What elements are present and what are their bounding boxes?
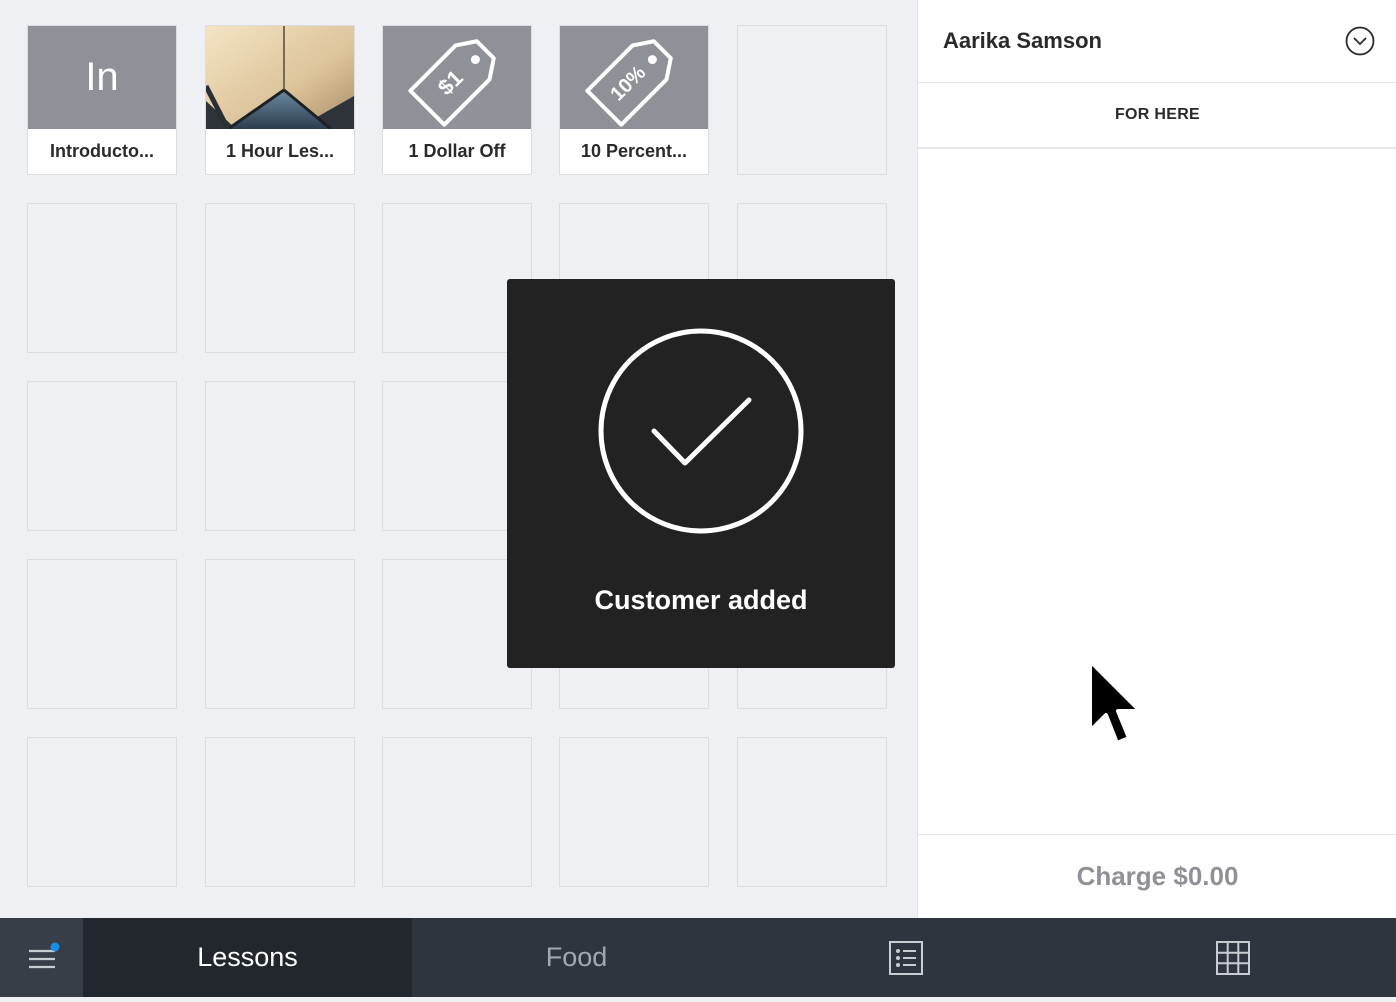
tab-food[interactable]: Food (412, 918, 741, 997)
customer-row[interactable]: Aarika Samson (918, 0, 1396, 83)
empty-tile[interactable] (27, 559, 177, 709)
lamp-photo-image (206, 26, 354, 129)
chevron-down-circle-icon[interactable] (1345, 26, 1375, 56)
item-tile-1-hour-lesson[interactable]: 1 Hour Les... (205, 25, 355, 175)
list-view-icon (888, 940, 923, 975)
dining-option-selector[interactable]: FOR HERE (918, 83, 1396, 149)
cart-panel: Aarika Samson FOR HERE Charge $0.00 (917, 0, 1396, 918)
discount-thumbnail: $1 (383, 26, 531, 129)
item-label: 1 Dollar Off (408, 141, 506, 161)
item-thumbnail: In (28, 26, 176, 129)
discount-tile-10-percent[interactable]: 10% 10 Percent... (559, 25, 709, 175)
price-tag-icon: $1 (408, 38, 496, 127)
item-abbreviation: In (85, 55, 119, 99)
empty-tile[interactable] (205, 559, 355, 709)
empty-tile[interactable] (737, 737, 887, 887)
discount-thumbnail: 10% (560, 26, 708, 129)
customer-name: Aarika Samson (943, 28, 1102, 53)
empty-tile[interactable] (205, 737, 355, 887)
hamburger-menu-icon (29, 942, 60, 969)
bottom-navigation-bar: Lessons Food (0, 918, 1396, 997)
item-label: Introducto... (50, 141, 154, 161)
empty-tile[interactable] (382, 737, 532, 887)
empty-tile[interactable] (27, 381, 177, 531)
price-tag-icon: 10% (585, 38, 673, 127)
empty-tile[interactable] (737, 25, 887, 175)
empty-tile[interactable] (559, 737, 709, 887)
tag-text: 10% (606, 61, 650, 105)
tag-text: $1 (433, 65, 468, 100)
toast-message: Customer added (594, 585, 808, 615)
item-photo (206, 26, 354, 129)
menu-button[interactable] (0, 918, 83, 997)
discount-tile-1-dollar-off[interactable]: $1 1 Dollar Off (382, 25, 532, 175)
empty-tile[interactable] (205, 381, 355, 531)
mouse-cursor-icon (1088, 659, 1142, 745)
charge-button[interactable]: Charge $0.00 (918, 834, 1396, 918)
notification-dot (50, 942, 60, 952)
customer-added-toast: Customer added (507, 279, 895, 668)
item-label: 10 Percent... (580, 141, 688, 161)
check-circle-icon (598, 328, 804, 534)
tab-lessons[interactable]: Lessons (83, 918, 412, 997)
empty-tile[interactable] (27, 737, 177, 887)
grid-view-button[interactable] (1070, 918, 1396, 997)
list-view-button[interactable] (741, 918, 1070, 997)
empty-tile[interactable] (27, 203, 177, 353)
item-label: 1 Hour Les... (225, 141, 335, 161)
empty-tile[interactable] (205, 203, 355, 353)
item-tile-introductory[interactable]: In Introducto... (27, 25, 177, 175)
grid-view-icon (1216, 940, 1250, 975)
